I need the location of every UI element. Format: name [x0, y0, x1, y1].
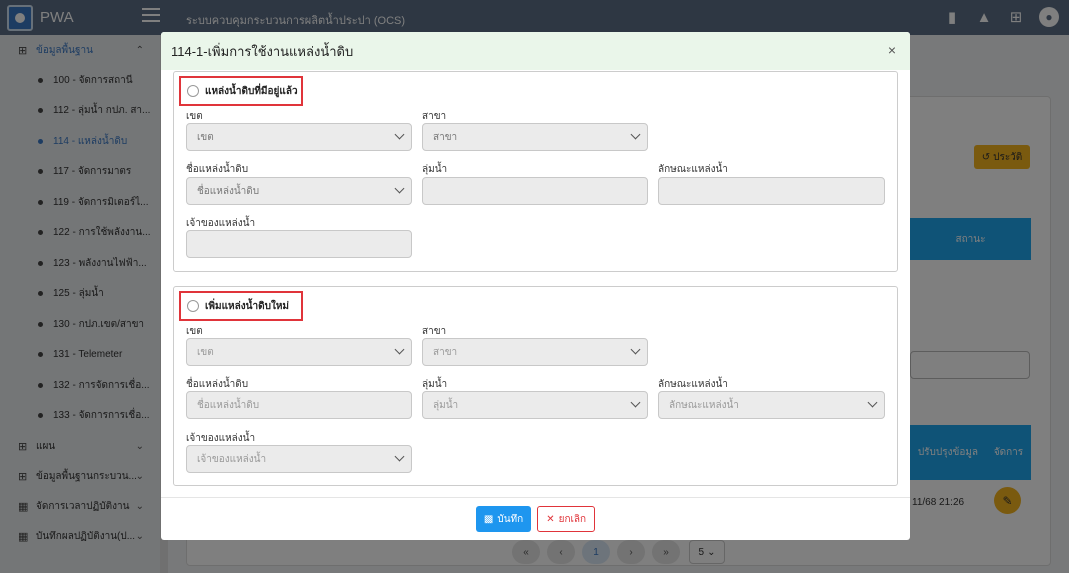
existing-source-section: แหล่งน้ำดิบที่มีอยู่แล้ว เขต เขต สาขา สา…: [173, 71, 898, 272]
add-raw-water-source-modal: 114-1-เพิ่มการใช้งานแหล่งน้ำดิบ × แหล่งน…: [161, 32, 910, 540]
new-branch-select[interactable]: สาขา: [422, 338, 648, 366]
modal-title: 114-1-เพิ่มการใช้งานแหล่งน้ำดิบ: [171, 43, 354, 59]
existing-branch-select[interactable]: สาขา: [422, 123, 648, 151]
new-source-radio[interactable]: [187, 300, 199, 312]
existing-district-select[interactable]: เขต: [186, 123, 412, 151]
existing-source-radio[interactable]: [187, 85, 199, 97]
new-district-select[interactable]: เขต: [186, 338, 412, 366]
existing-source-name-select[interactable]: ชื่อแหล่งน้ำดิบ: [186, 177, 412, 205]
cancel-button[interactable]: ✕ ยกเลิก: [537, 506, 596, 532]
existing-basin-field: [422, 177, 648, 205]
close-icon: ✕: [546, 513, 555, 525]
save-icon: ▩: [483, 513, 494, 525]
modal-header: 114-1-เพิ่มการใช้งานแหล่งน้ำดิบ ×: [161, 32, 910, 70]
new-source-option[interactable]: เพิ่มแหล่งน้ำดิบใหม่: [179, 291, 303, 321]
new-owner-select[interactable]: เจ้าของแหล่งน้ำ: [186, 445, 412, 473]
modal-footer: ▩ บันทึก ✕ ยกเลิก: [161, 497, 910, 540]
existing-source-option[interactable]: แหล่งน้ำดิบที่มีอยู่แล้ว: [179, 76, 303, 106]
new-source-type-select[interactable]: ลักษณะแหล่งน้ำ: [658, 391, 885, 419]
new-source-section: เพิ่มแหล่งน้ำดิบใหม่ เขต เขต สาขา สาขา ช…: [173, 286, 898, 486]
save-button[interactable]: ▩ บันทึก: [475, 506, 532, 532]
existing-source-type-field: [658, 177, 885, 205]
new-source-name-input[interactable]: ชื่อแหล่งน้ำดิบ: [186, 391, 412, 419]
close-icon[interactable]: ×: [888, 42, 896, 58]
new-basin-select[interactable]: ลุ่มน้ำ: [422, 391, 648, 419]
existing-owner-field: [186, 230, 412, 258]
